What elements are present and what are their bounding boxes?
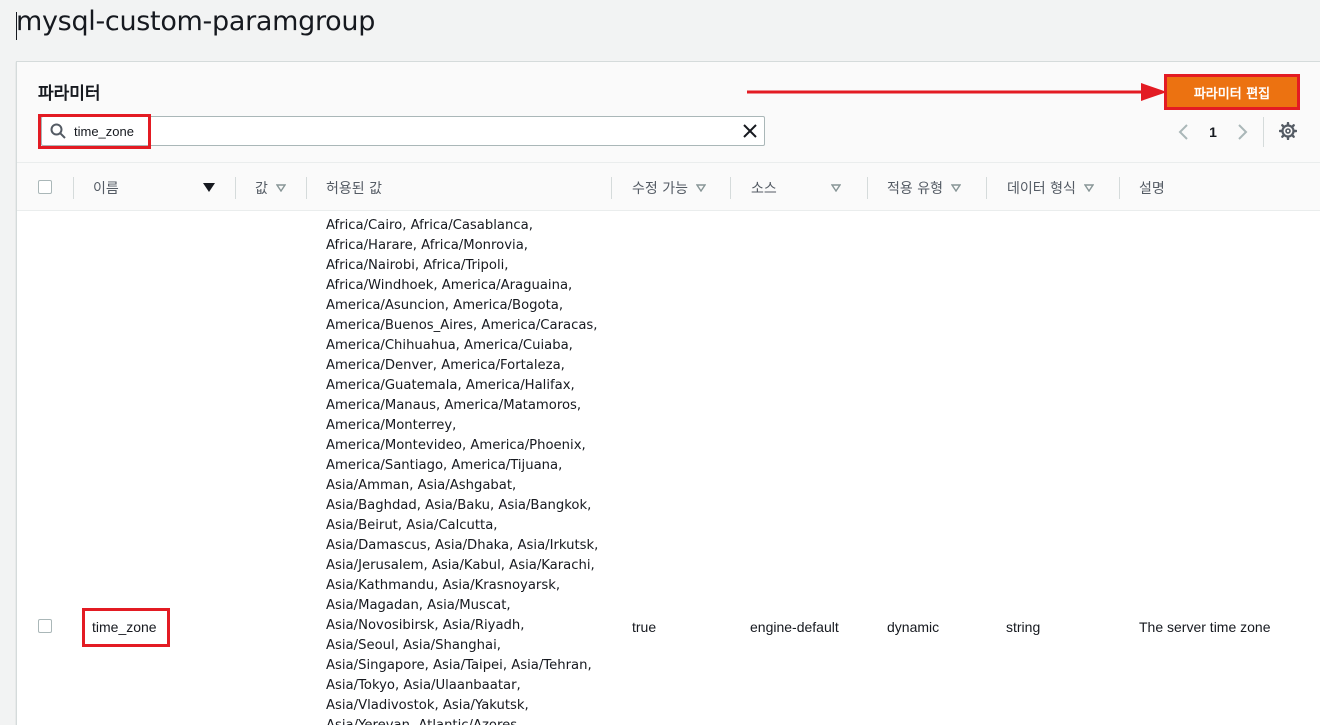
sort-icon[interactable]: [831, 183, 841, 192]
allowed-values-line: America/Asuncion, America/Bogota,: [326, 298, 564, 313]
name-annotation-box: [82, 608, 170, 647]
column-divider: [1119, 177, 1120, 199]
data-type-value: string: [1006, 619, 1041, 635]
sort-icon[interactable]: [695, 183, 706, 192]
column-header-source[interactable]: 소스: [751, 163, 851, 212]
sort-descending-icon[interactable]: [203, 183, 215, 192]
column-divider: [867, 177, 868, 199]
column-label: 데이터 형식: [1007, 180, 1076, 197]
allowed-values-line: Asia/Yerevan, Atlantic/Azores,: [326, 716, 606, 725]
divider: [1263, 117, 1264, 147]
allowed-values-line: Africa/Windhoek, America/Araguaina,: [326, 278, 573, 293]
panel-header: 파라미터 파라미터 편집 1: [17, 62, 1320, 162]
page-title: mysql-custom-paramgroup: [16, 6, 376, 37]
allowed-values-line: Asia/Amman, Asia/Ashgabat,: [326, 478, 517, 493]
apply-type-value: dynamic: [887, 619, 940, 635]
table-header: 이름 값 허용된 값 수정 가능 소스 적용 유형 데이터 형식 설명: [17, 162, 1320, 211]
sort-icon[interactable]: [950, 183, 961, 192]
pagination: 1: [1175, 120, 1251, 144]
column-header-name[interactable]: 이름: [93, 163, 217, 212]
allowed-values-line: Asia/Tokyo, Asia/Ulaanbaatar,: [326, 678, 521, 693]
allowed-values-line: Asia/Magadan, Asia/Muscat,: [326, 598, 511, 613]
column-label: 수정 가능: [632, 180, 688, 197]
column-divider: [730, 177, 731, 199]
column-header-allowed-values[interactable]: 허용된 값: [326, 163, 382, 212]
allowed-values-line: Africa/Nairobi, Africa/Tripoli,: [326, 258, 509, 273]
modifiable-value: true: [632, 619, 657, 635]
column-divider: [73, 177, 74, 199]
allowed-values-line: America/Manaus, America/Matamoros,: [326, 398, 582, 413]
chevron-right-icon[interactable]: [1233, 123, 1251, 141]
select-all-checkbox[interactable]: [38, 180, 52, 194]
allowed-values-line: Asia/Baghdad, Asia/Baku, Asia/Bangkok,: [326, 498, 592, 513]
source-value: engine-default: [750, 619, 839, 635]
sort-icon[interactable]: [275, 183, 286, 192]
allowed-values-line: Asia/Kathmandu, Asia/Krasnoyarsk,: [326, 578, 561, 593]
column-divider: [235, 177, 236, 199]
column-header-modifiable[interactable]: 수정 가능: [632, 163, 706, 212]
gear-icon[interactable]: [1279, 122, 1297, 140]
allowed-values-line: Asia/Vladivostok, Asia/Yakutsk,: [326, 698, 529, 713]
column-label: 적용 유형: [887, 180, 943, 197]
allowed-values-line: Asia/Beirut, Asia/Calcutta,: [326, 518, 498, 533]
parameters-panel: 파라미터 파라미터 편집 1: [16, 61, 1320, 725]
column-divider: [611, 177, 612, 199]
allowed-values-line: America/Santiago, America/Tijuana,: [326, 458, 563, 473]
chevron-left-icon[interactable]: [1175, 123, 1193, 141]
sort-icon[interactable]: [1083, 183, 1094, 192]
allowed-values-line: Asia/Damascus, Asia/Dhaka, Asia/Irkutsk,: [326, 538, 599, 553]
panel-title: 파라미터: [38, 84, 101, 104]
search-field[interactable]: [41, 116, 765, 146]
search-icon: [50, 123, 66, 139]
allowed-values-line: Asia/Jerusalem, Asia/Kabul, Asia/Karachi…: [326, 558, 595, 573]
allowed-values-line: Africa/Harare, Africa/Monrovia,: [326, 238, 528, 253]
column-header-value[interactable]: 값: [255, 163, 286, 212]
column-divider: [986, 177, 987, 199]
allowed-values-line: America/Monterrey,: [326, 418, 457, 433]
column-divider: [306, 177, 307, 199]
column-label: 이름: [93, 180, 119, 197]
column-label: 소스: [751, 180, 777, 197]
column-header-apply-type[interactable]: 적용 유형: [887, 163, 961, 212]
description-value: The server time zone: [1139, 619, 1271, 635]
allowed-values-line: America/Guatemala, America/Halifax,: [326, 378, 575, 393]
column-label: 허용된 값: [326, 180, 382, 197]
row-select-checkbox[interactable]: [38, 619, 52, 633]
annotation-arrow: [747, 83, 1167, 101]
current-page[interactable]: 1: [1193, 124, 1233, 140]
allowed-values-line: Asia/Novosibirsk, Asia/Riyadh,: [326, 618, 525, 633]
allowed-values-line: America/Buenos_Aires, America/Caracas,: [326, 318, 598, 333]
column-label: 설명: [1139, 180, 1165, 197]
edit-parameters-button[interactable]: 파라미터 편집: [1164, 74, 1300, 110]
column-header-description[interactable]: 설명: [1139, 163, 1165, 212]
allowed-values-line: Asia/Seoul, Asia/Shanghai,: [326, 638, 501, 653]
allowed-values-line: Asia/Singapore, Asia/Taipei, Asia/Tehran…: [326, 658, 592, 673]
allowed-values-line: America/Chihuahua, America/Cuiaba,: [326, 338, 573, 353]
search-input[interactable]: [74, 121, 714, 141]
allowed-values: Africa/Cairo, Africa/Casablanca, Africa/H…: [326, 216, 606, 725]
close-icon[interactable]: [741, 122, 759, 140]
allowed-values-line: America/Denver, America/Fortaleza,: [326, 358, 565, 373]
column-label: 값: [255, 180, 268, 197]
allowed-values-line: America/Montevideo, America/Phoenix,: [326, 438, 586, 453]
allowed-values-line: Africa/Cairo, Africa/Casablanca,: [326, 218, 533, 233]
column-header-data-type[interactable]: 데이터 형식: [1007, 163, 1094, 212]
